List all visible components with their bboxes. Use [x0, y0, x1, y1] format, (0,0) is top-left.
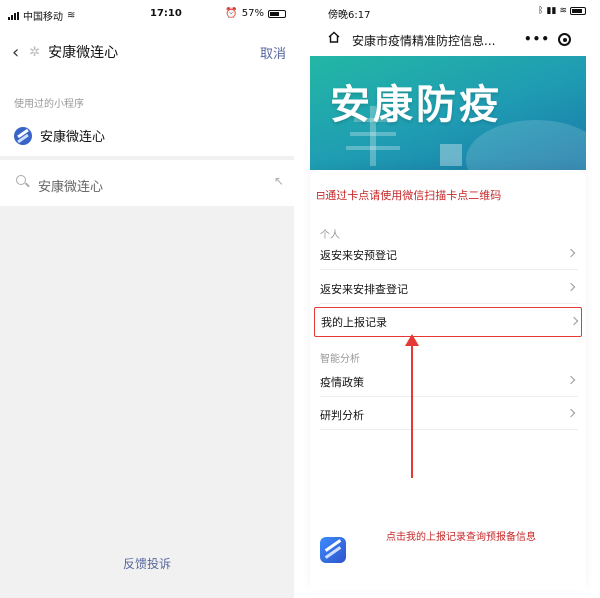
menu-item-label: 研判分析	[320, 408, 364, 422]
more-icon[interactable]: •••	[524, 32, 550, 46]
used-program-item[interactable]: 安康微连心	[14, 126, 105, 145]
menu-item-label: 返安来安预登记	[320, 248, 397, 262]
used-program-label: 安康微连心	[40, 130, 106, 145]
scan-notice: ⊟通过卡点请使用微信扫描卡点二维码	[316, 187, 501, 203]
section-analysis-label: 智能分析	[320, 354, 360, 365]
status-bar: 傍晚6:17 ᛒ ▮▮ ≋	[306, 0, 600, 24]
menu-card: ⊟通过卡点请使用微信扫描卡点二维码 个人 返安来安预登记 返安来安排查登记 我的…	[310, 170, 586, 590]
home-icon[interactable]	[328, 31, 340, 43]
miniprogram-nav: 安康市疫情精准防控信息... •••	[306, 24, 600, 56]
cross-decoration	[440, 144, 462, 166]
fill-arrow-icon[interactable]: ↖	[274, 174, 284, 188]
status-time: 傍晚6:17	[328, 10, 371, 21]
menu-item-my-reports[interactable]: 我的上报记录	[314, 307, 582, 337]
menu-item-analysis[interactable]: 研判分析	[320, 400, 578, 430]
nav-title: 安康微连心	[48, 45, 119, 61]
menu-item-label: 疫情政策	[320, 375, 364, 389]
battery-icon	[570, 7, 586, 15]
status-time: 17:10	[150, 8, 182, 19]
right-screen: 傍晚6:17 ᛒ ▮▮ ≋ 安康市疫情精准防控信息... ••• 安康防疫 ⊟通…	[306, 0, 600, 598]
left-screen: 中国移动 ≋ 17:10 ⏰ 57% ‹ ✲ 安康微连心 取消 使用过的小程序 …	[0, 0, 300, 598]
back-arrow-icon[interactable]: ‹	[12, 42, 19, 63]
wifi-icon: ≋	[67, 10, 76, 21]
scan-icon: ⊟	[316, 189, 326, 202]
section-personal-label: 个人	[320, 230, 340, 241]
feedback-link[interactable]: 反馈投诉	[0, 555, 294, 572]
status-right: ⏰ 57%	[225, 8, 286, 19]
signal-icon: ▮▮	[546, 6, 557, 16]
chevron-right-icon	[566, 375, 576, 385]
banner: 安康防疫	[310, 56, 586, 170]
star-icon: ✲	[29, 44, 41, 60]
menu-item-pre-register[interactable]: 返安来安预登记	[320, 240, 578, 270]
menu-item-label: 我的上报记录	[321, 316, 387, 329]
chevron-right-icon	[566, 248, 576, 258]
signal-icon	[8, 11, 19, 20]
close-icon[interactable]	[558, 33, 571, 46]
menu-item-screening-register[interactable]: 返安来安排查登记	[320, 274, 578, 304]
search-icon	[16, 175, 26, 185]
carrier-label: 中国移动	[23, 12, 63, 23]
chevron-right-icon	[566, 282, 576, 292]
menu-item-label: 返安来安排查登记	[320, 282, 408, 296]
chevron-right-icon	[569, 316, 579, 326]
menu-item-policy[interactable]: 疫情政策	[320, 367, 578, 397]
search-suggestion-text: 安康微连心	[38, 180, 104, 195]
status-bar: 中国移动 ≋ 17:10 ⏰ 57%	[0, 0, 294, 30]
bluetooth-icon: ᛒ	[538, 6, 544, 16]
app-icon	[14, 126, 32, 145]
scan-notice-text: 通过卡点请使用微信扫描卡点二维码	[325, 189, 502, 202]
battery-label: 57%	[241, 8, 264, 19]
used-programs-section: 使用过的小程序 安康微连心	[0, 74, 294, 156]
cancel-button[interactable]: 取消	[260, 43, 286, 62]
banner-title: 安康防疫	[330, 82, 502, 128]
app-logo	[320, 537, 346, 563]
annotation-arrow	[411, 338, 413, 478]
page-title: 安康市疫情精准防控信息...	[352, 34, 496, 48]
alarm-icon: ⏰	[225, 8, 238, 19]
battery-icon	[268, 9, 286, 18]
wifi-icon: ≋	[559, 6, 567, 16]
chevron-right-icon	[566, 408, 576, 418]
status-icons: ᛒ ▮▮ ≋	[538, 6, 586, 16]
search-nav: ‹ ✲ 安康微连心 取消	[0, 30, 294, 74]
carrier-group: 中国移动 ≋	[8, 8, 75, 23]
annotation-hint: 点击我的上报记录查询预报备信息	[386, 532, 536, 543]
used-programs-header: 使用过的小程序	[14, 99, 84, 110]
search-suggestion[interactable]: 安康微连心 ↖	[0, 160, 294, 206]
